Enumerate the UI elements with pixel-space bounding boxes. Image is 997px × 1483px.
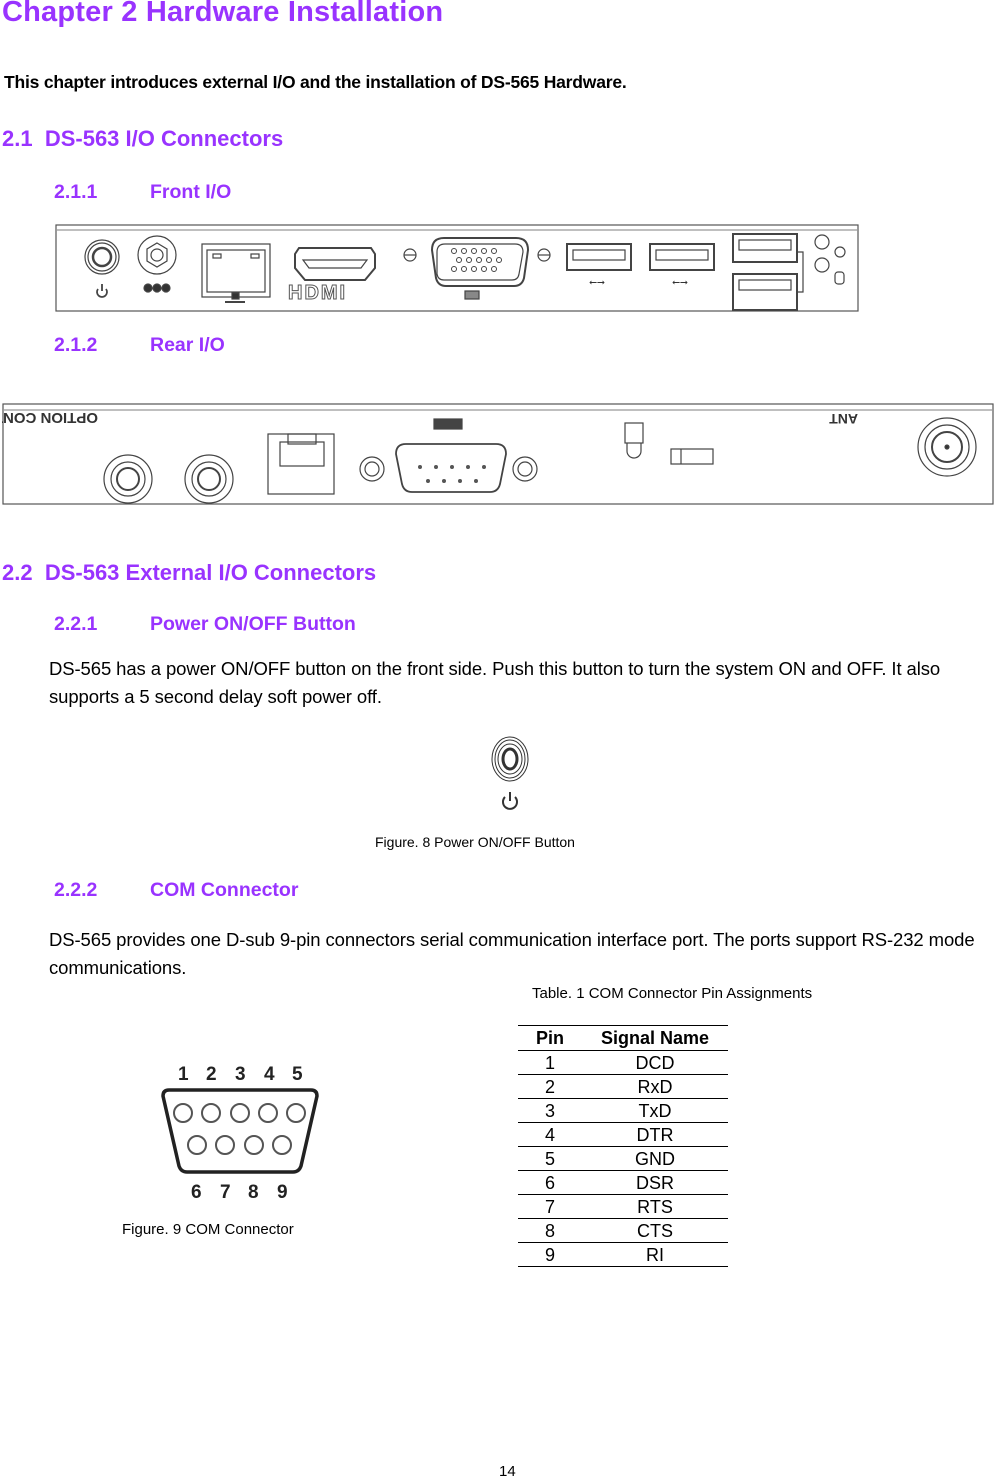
usb-port-icon: ⭠⭢ <box>566 243 632 288</box>
section-title: DS-563 I/O Connectors <box>44 126 284 151</box>
signal-cell: RI <box>582 1242 728 1267</box>
table-row: 3 TxD <box>518 1098 728 1123</box>
signal-cell: DTR <box>582 1122 728 1147</box>
svg-text:⭠⭢: ⭠⭢ <box>589 277 605 288</box>
power-button-description: DS-565 has a power ON/OFF button on the … <box>49 658 941 707</box>
chapter-intro: This chapter introduces external I/O and… <box>4 72 627 92</box>
table-row: 7 RTS <box>518 1194 728 1219</box>
table-row: 9 RI <box>518 1242 728 1267</box>
section-heading-2-2: 2.2 DS-563 External I/O Connectors <box>2 560 376 586</box>
subsection-title: Front I/O <box>150 181 232 203</box>
section-title: DS-563 External I/O Connectors <box>44 560 377 585</box>
figure-8-caption: Figure. 8 Power ON/OFF Button <box>375 834 575 850</box>
page-number: 14 <box>499 1463 516 1480</box>
pin-cell: 9 <box>518 1242 582 1267</box>
com-pin-table: Pin Signal Name 1 DCD 2 RxD 3 TxD 4 DTR 5 GND… <box>518 1025 728 1267</box>
table-row: 5 GND <box>518 1146 728 1171</box>
com-port-icon <box>395 418 507 493</box>
antenna-connector-icon <box>917 417 977 477</box>
pin-label: 9 <box>277 1182 288 1203</box>
pin-label: 8 <box>248 1182 259 1203</box>
section-heading-2-1: 2.1 DS-563 I/O Connectors <box>2 126 283 152</box>
section-number: 2.2 <box>2 560 33 585</box>
table-row: 6 DSR <box>518 1170 728 1195</box>
table-row: 8 CTS <box>518 1218 728 1243</box>
table-1-caption: Table. 1 COM Connector Pin Assignments <box>532 985 813 1002</box>
usb-port-icon: ⭠⭢ <box>649 243 715 288</box>
pin-cell: 4 <box>518 1122 582 1147</box>
subsection-number: 2.2.2 <box>54 879 98 901</box>
pin-label: 4 <box>264 1064 275 1085</box>
vga-port-icon <box>430 237 530 300</box>
com-pin-table-container: Pin Signal Name 1 DCD 2 RxD 3 TxD 4 DTR 5 GND… <box>518 1025 728 1267</box>
subsection-number: 2.2.1 <box>54 613 98 635</box>
subsection-heading-power: 2.2.1 Power ON/OFF Button <box>54 613 356 636</box>
pin-label: 6 <box>191 1182 202 1203</box>
subsection-number: 2.1.1 <box>54 181 98 203</box>
svg-text:HDMI: HDMI <box>288 282 347 304</box>
pin-label: 5 <box>292 1064 303 1085</box>
power-button-icon <box>84 239 120 298</box>
lan-port-icon <box>201 243 271 303</box>
pin-cell: 2 <box>518 1074 582 1099</box>
signal-cell: CTS <box>582 1218 728 1243</box>
signal-cell: GND <box>582 1146 728 1171</box>
chapter-title: Chapter 2 Hardware Installation <box>2 0 444 28</box>
signal-cell: TxD <box>582 1098 728 1123</box>
subsection-heading-rear-io: 2.1.2 Rear I/O <box>54 334 225 357</box>
ant-label: ANT <box>829 411 858 427</box>
section-number: 2.1 <box>2 126 33 151</box>
subsection-title: COM Connector <box>150 879 299 901</box>
signal-cell: DSR <box>582 1170 728 1195</box>
pin-cell: 5 <box>518 1146 582 1171</box>
table-row: 4 DTR <box>518 1122 728 1147</box>
signal-cell: DCD <box>582 1050 728 1075</box>
com-connector-description: DS-565 provides one D-sub 9-pin connecto… <box>49 929 975 978</box>
usb-port-icon <box>732 233 804 311</box>
subsection-title: Rear I/O <box>150 334 225 356</box>
column-header-signal-name: Signal Name <box>582 1025 728 1051</box>
power-symbol-icon <box>502 792 518 810</box>
pin-cell: 6 <box>518 1170 582 1195</box>
pin-label: 7 <box>220 1182 231 1203</box>
pin-label: 2 <box>206 1064 217 1085</box>
pin-cell: 8 <box>518 1218 582 1243</box>
hdmi-port-icon: HDMI <box>288 247 376 305</box>
power-button-figure <box>490 735 530 815</box>
pin-cell: 1 <box>518 1050 582 1075</box>
pin-label: 3 <box>235 1064 246 1085</box>
audio-jack-icon <box>184 454 234 504</box>
pin-label: 1 <box>178 1064 189 1085</box>
table-row: 2 RxD <box>518 1074 728 1099</box>
figure-9-caption: Figure. 9 COM Connector <box>122 1221 294 1238</box>
pin-cell: 3 <box>518 1098 582 1123</box>
subsection-heading-com: 2.2.2 COM Connector <box>54 879 298 902</box>
front-io-panel-figure: HDMI ⭠⭢ ⭠⭢ <box>55 222 860 314</box>
com-connector-figure: 1 2 3 4 5 6 7 8 9 <box>155 1058 325 1203</box>
table-row: 1 DCD <box>518 1050 728 1075</box>
rear-io-panel-figure: OPTION CONTROL ANT <box>2 402 995 508</box>
network-port-icon <box>267 433 335 495</box>
svg-text:⭠⭢: ⭠⭢ <box>672 277 688 288</box>
subsection-heading-front-io: 2.1.1 Front I/O <box>54 181 231 204</box>
subsection-number: 2.1.2 <box>54 334 98 356</box>
signal-cell: RxD <box>582 1074 728 1099</box>
kensington-lock-icon <box>624 422 644 459</box>
audio-jack-icon <box>103 454 153 504</box>
reset-button-icon <box>137 235 177 293</box>
subsection-title: Power ON/OFF Button <box>150 613 356 635</box>
column-header-pin: Pin <box>518 1025 582 1051</box>
option-control-label: OPTION CONTROL <box>2 409 98 426</box>
pin-cell: 7 <box>518 1194 582 1219</box>
signal-cell: RTS <box>582 1194 728 1219</box>
table-header-row: Pin Signal Name <box>518 1025 728 1051</box>
